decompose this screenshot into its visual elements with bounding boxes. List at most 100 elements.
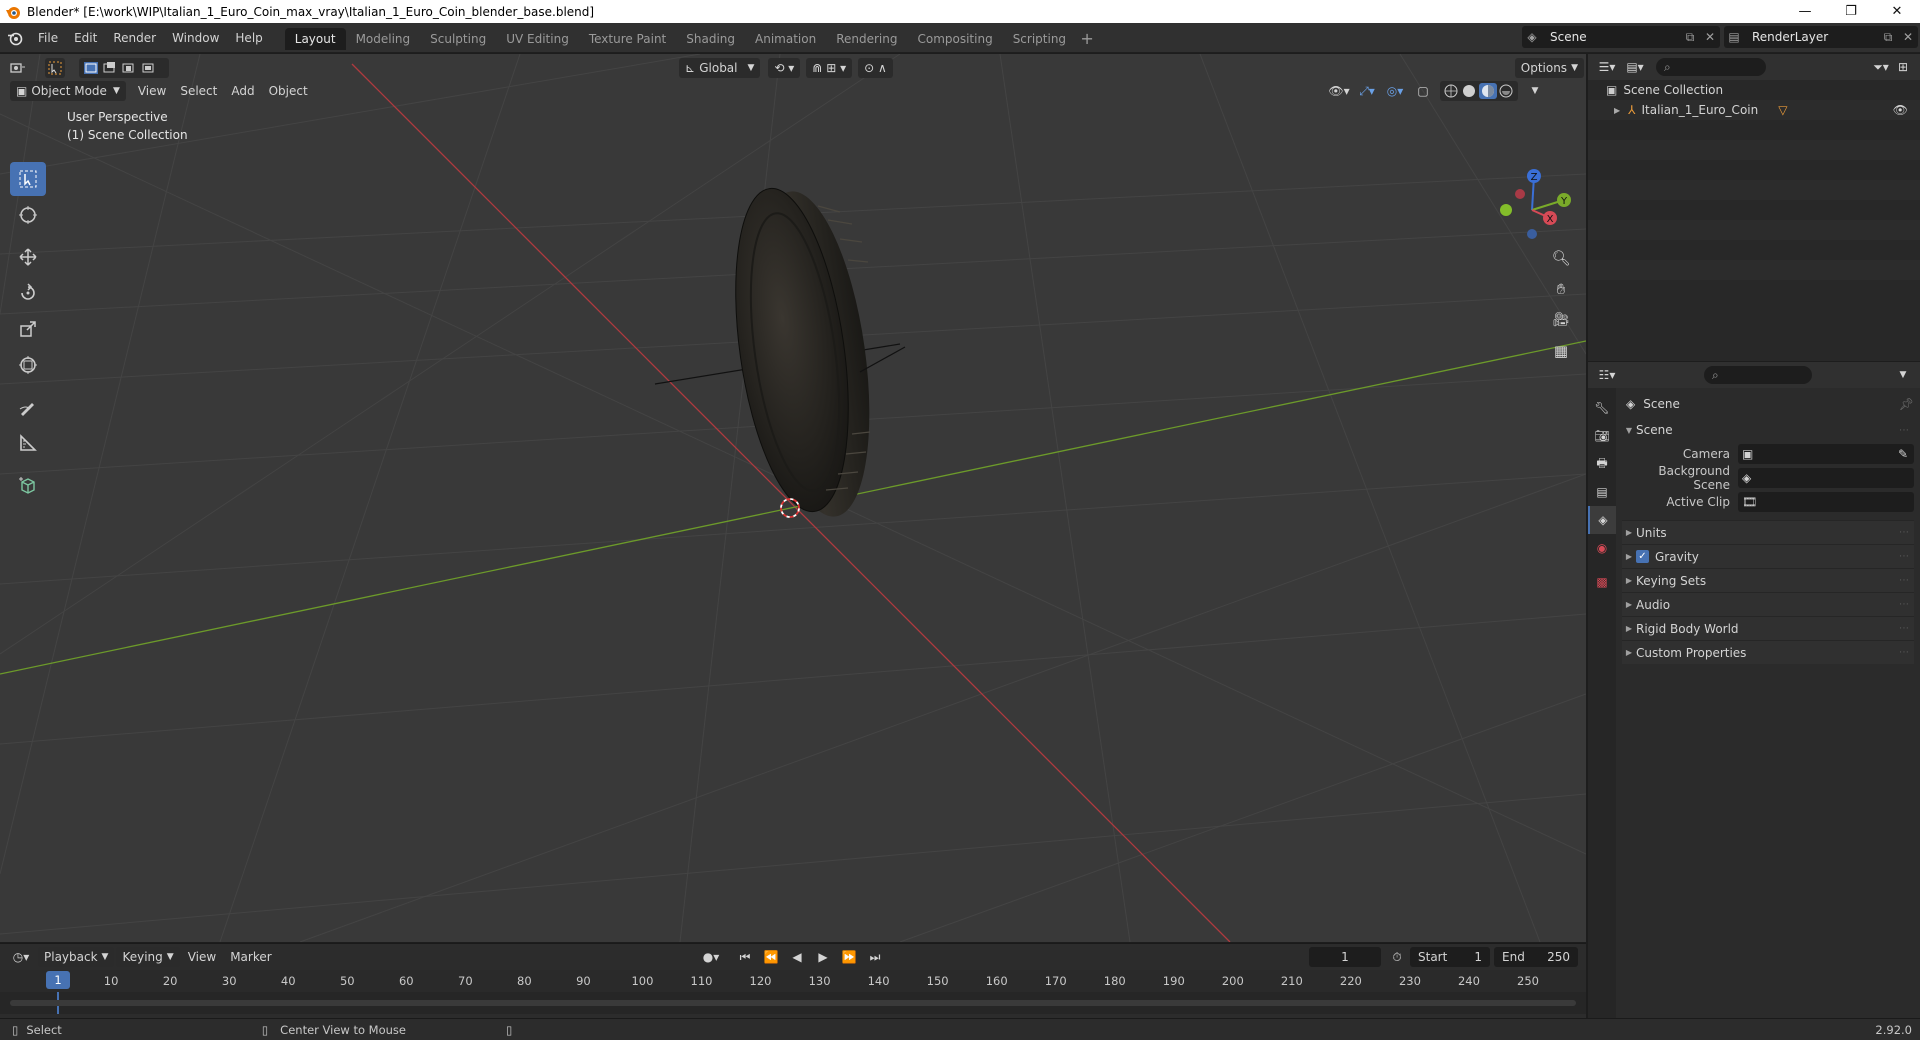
tab-compositing[interactable]: Compositing <box>907 28 1002 50</box>
delete-view-layer-icon[interactable]: ✕ <box>1898 30 1918 44</box>
overlay-toggle-icon[interactable]: ◎▾ <box>1384 81 1406 101</box>
outliner-row-object[interactable]: ▶ ⅄ Italian_1_Euro_Coin ▽ 👁 <box>1588 100 1920 120</box>
tab-texture[interactable]: ▩ <box>1588 568 1616 596</box>
current-frame-field[interactable]: 1 <box>1309 947 1381 967</box>
selection-mode-buttons[interactable] <box>79 58 170 78</box>
viewport-menu-view[interactable]: View <box>132 81 172 101</box>
camera-view-button[interactable]: 🎥︎ <box>1548 306 1574 334</box>
gizmo-neg-x-axis[interactable] <box>1515 189 1525 199</box>
filter-icon[interactable]: ⏷▾ <box>1870 57 1892 77</box>
tab-scripting[interactable]: Scripting <box>1003 28 1076 50</box>
new-view-layer-icon[interactable]: ⧉ <box>1878 30 1898 45</box>
jump-end-button[interactable]: ⏭ <box>864 947 886 967</box>
drag-handle-icon[interactable]: ⋯ <box>1899 599 1914 610</box>
viewport-menu-select[interactable]: Select <box>174 81 223 101</box>
pan-button[interactable]: ✋︎ <box>1548 275 1574 303</box>
tool-add-cube[interactable] <box>10 468 46 502</box>
tool-annotate[interactable] <box>10 390 46 424</box>
options-dropdown[interactable]: Options ▼ <box>1514 58 1584 78</box>
drag-handle-icon[interactable]: ⋯ <box>1899 527 1914 538</box>
tab-tool[interactable]: 🔧︎ <box>1588 394 1616 422</box>
select-mode-button[interactable] <box>44 58 66 78</box>
tab-uv-editing[interactable]: UV Editing <box>496 28 579 50</box>
add-workspace-button[interactable]: + <box>1076 28 1098 50</box>
timeline-body[interactable] <box>0 992 1586 1014</box>
tab-shading[interactable]: Shading <box>676 28 745 50</box>
visibility-eye-icon[interactable]: 👁 <box>1893 103 1908 117</box>
viewport-menu-object[interactable]: Object <box>263 81 314 101</box>
tool-move[interactable] <box>10 240 46 274</box>
tab-output[interactable]: 🖶 <box>1588 450 1616 478</box>
menu-file[interactable]: File <box>30 27 66 49</box>
tool-cursor[interactable] <box>10 198 46 232</box>
menu-window[interactable]: Window <box>164 27 227 49</box>
new-collection-icon[interactable]: ⊞ <box>1892 57 1914 77</box>
properties-search-input[interactable]: ⌕ <box>1704 366 1812 384</box>
outliner-row-scene-collection[interactable]: ▣ Scene Collection <box>1588 80 1920 100</box>
playback-menu[interactable]: Playback ▼ <box>38 947 115 967</box>
properties-editor-type-icon[interactable]: ☷▾ <box>1596 365 1618 385</box>
gizmo-neg-y-axis[interactable] <box>1500 204 1512 216</box>
tool-rotate[interactable] <box>10 276 46 310</box>
tab-sculpting[interactable]: Sculpting <box>420 28 496 50</box>
drag-handle-icon[interactable]: ⋯ <box>1899 575 1914 586</box>
tab-texture-paint[interactable]: Texture Paint <box>579 28 676 50</box>
outliner-editor-type-icon[interactable]: ☰▾ <box>1596 57 1618 77</box>
delete-scene-icon[interactable]: ✕ <box>1700 30 1720 44</box>
jump-start-button[interactable]: ⏮ <box>734 947 756 967</box>
tab-render[interactable]: 📷︎ <box>1588 422 1616 450</box>
scene-panel-header[interactable]: ▼ Scene ⋯ <box>1622 418 1914 442</box>
drag-handle-icon[interactable]: ⋯ <box>1899 425 1914 436</box>
shading-options-icon[interactable]: ▼ <box>1524 81 1546 101</box>
snap-toggle[interactable]: ⋒ ⊞ ▾ <box>806 58 853 78</box>
current-frame-marker[interactable]: 1 <box>46 971 70 989</box>
timeline-editor-type-icon[interactable]: ◷▾ <box>10 947 32 967</box>
menu-render[interactable]: Render <box>105 27 164 49</box>
display-mode-icon[interactable]: ▤▾ <box>1624 57 1646 77</box>
shading-mode-buttons[interactable] <box>1440 81 1518 101</box>
mode-dropdown[interactable]: ▣ Object Mode ▼ <box>10 81 126 101</box>
blender-menu-button[interactable] <box>0 23 30 53</box>
rigid-body-world-panel-header[interactable]: ▶ Rigid Body World ⋯ <box>1622 616 1914 640</box>
close-window-button[interactable]: ✕ <box>1874 0 1920 23</box>
tool-measure[interactable] <box>10 426 46 460</box>
coin-object[interactable] <box>654 181 906 523</box>
start-frame-field[interactable]: Start 1 <box>1410 947 1490 967</box>
timeline-view-menu[interactable]: View <box>182 947 222 967</box>
prev-keyframe-button[interactable]: ⏪ <box>760 947 782 967</box>
tab-scene[interactable]: ◈ <box>1588 506 1616 534</box>
units-panel-header[interactable]: ▶ Units ⋯ <box>1622 520 1914 544</box>
tab-layout[interactable]: Layout <box>284 27 346 50</box>
3d-viewport[interactable]: ⊾ Global ▼ ⟲ ▾ ⋒ ⊞ ▾ ⊙ ∧ Options ▼ ▣ Obj… <box>0 54 1586 942</box>
zoom-button[interactable]: 🔍︎ <box>1548 244 1574 272</box>
record-button[interactable]: ●▾ <box>700 947 722 967</box>
play-button[interactable]: ▶ <box>812 947 834 967</box>
gravity-checkbox[interactable]: ✓ <box>1636 550 1649 563</box>
menu-edit[interactable]: Edit <box>66 27 105 49</box>
xray-toggle-icon[interactable]: ▢ <box>1412 81 1434 101</box>
tab-rendering[interactable]: Rendering <box>826 28 907 50</box>
timeline-ruler[interactable]: 1 10 20 30 40 50 60 70 80 90 100 110 120 130 140 150 160… <box>0 970 1586 992</box>
new-scene-icon[interactable]: ⧉ <box>1680 30 1700 45</box>
outliner-search-input[interactable]: ⌕ <box>1656 58 1766 76</box>
pin-icon[interactable]: 📌︎ <box>1899 397 1914 411</box>
keying-sets-panel-header[interactable]: ▶ Keying Sets ⋯ <box>1622 568 1914 592</box>
view-layer-selector[interactable]: ▤ RenderLayer ⧉ ✕ <box>1724 26 1918 48</box>
tool-select-box[interactable] <box>10 162 46 196</box>
gizmo-toggle-icon[interactable]: ⤢▾ <box>1356 81 1378 101</box>
minimize-button[interactable]: — <box>1782 0 1828 23</box>
scene-selector[interactable]: ◈ Scene ⧉ ✕ <box>1522 26 1720 48</box>
eyedropper-icon[interactable]: ✎ <box>1898 447 1908 461</box>
drag-handle-icon[interactable]: ⋯ <box>1899 647 1914 658</box>
audio-panel-header[interactable]: ▶ Audio ⋯ <box>1622 592 1914 616</box>
end-frame-field[interactable]: End 250 <box>1494 947 1578 967</box>
maximize-button[interactable]: ❐ <box>1828 0 1874 23</box>
timeline-marker-menu[interactable]: Marker <box>224 947 277 967</box>
timeline-scrollbar[interactable] <box>10 1000 1576 1006</box>
tab-view-layer[interactable]: ▤ <box>1588 478 1616 506</box>
play-reverse-button[interactable]: ◀ <box>786 947 808 967</box>
tool-transform[interactable] <box>10 348 46 382</box>
drag-handle-icon[interactable]: ⋯ <box>1899 623 1914 634</box>
expand-arrow-icon[interactable]: ▶ <box>1614 106 1620 115</box>
keying-menu[interactable]: Keying ▼ <box>116 947 180 967</box>
